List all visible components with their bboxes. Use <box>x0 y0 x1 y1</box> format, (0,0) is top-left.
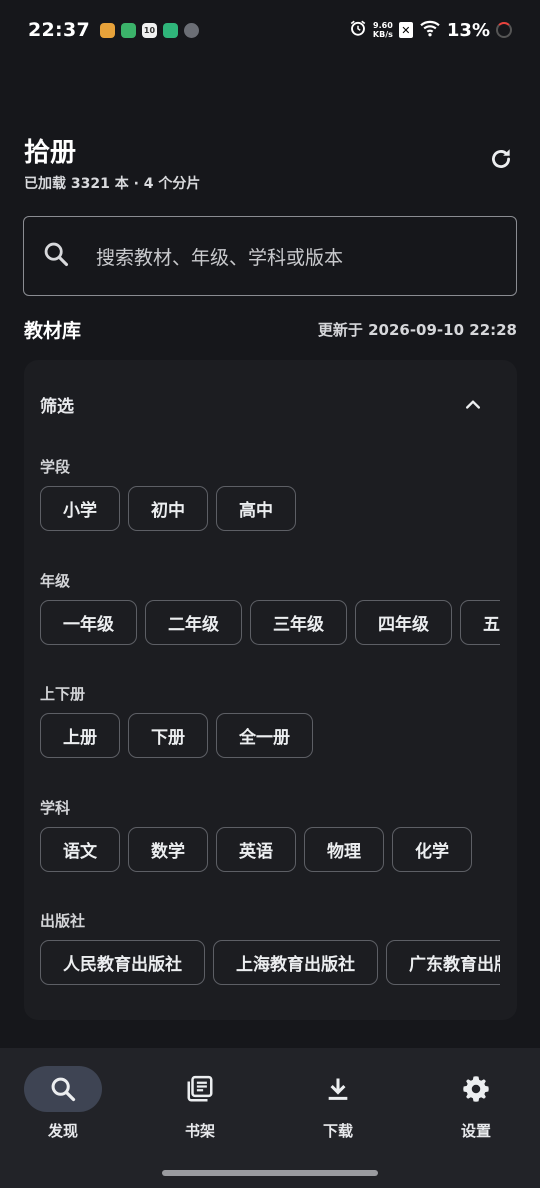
section-label: 出版社 <box>40 912 86 930</box>
chip[interactable]: 广东教育出版社 <box>386 940 500 985</box>
chip[interactable]: 英语 <box>216 827 296 872</box>
chip[interactable]: 人民教育出版社 <box>40 940 205 985</box>
alarm-icon <box>349 19 367 41</box>
collapse-button[interactable] <box>461 393 485 417</box>
library-title: 教材库 <box>24 320 82 342</box>
nav-icon-wrap <box>437 1066 515 1112</box>
chip[interactable]: 上海教育出版社 <box>213 940 378 985</box>
search-icon <box>42 240 70 272</box>
chip[interactable]: 化学 <box>392 827 472 872</box>
header: 拾册 已加载 3321 本 · 4 个分片 <box>24 132 516 193</box>
chip[interactable]: 一年级 <box>40 600 137 645</box>
search-placeholder: 搜索教材、年级、学科或版本 <box>96 246 344 269</box>
calendar-10-icon: 10 <box>141 22 157 38</box>
app-subtitle: 已加载 3321 本 · 4 个分片 <box>24 176 201 192</box>
nav-label: 发现 <box>47 1122 78 1140</box>
library-row: 教材库 更新于 2026-09-10 22:28 <box>24 316 517 343</box>
nav-label: 设置 <box>460 1122 491 1140</box>
net-speed-value: 9.60 <box>373 21 393 30</box>
chip[interactable]: 全一册 <box>216 713 313 758</box>
section-label: 年级 <box>40 572 71 590</box>
filter-card: 筛选 学段 小学初中高中 年级 一年级二年级三年级四年级五年级 上下册 上册下册… <box>24 360 517 1020</box>
avatar-icon <box>183 22 199 38</box>
filter-title: 筛选 <box>40 397 74 417</box>
refresh-icon <box>488 146 514 176</box>
refresh-button[interactable] <box>486 146 516 176</box>
chip[interactable]: 高中 <box>216 486 296 531</box>
app-orange-icon <box>99 22 115 38</box>
chip[interactable]: 四年级 <box>355 600 452 645</box>
nav-item-discover[interactable]: 发现 <box>23 1066 103 1141</box>
home-indicator[interactable] <box>162 1170 378 1176</box>
box-x-icon: ✕ <box>398 22 413 38</box>
chip[interactable]: 三年级 <box>250 600 347 645</box>
filter-header[interactable]: 筛选 <box>40 392 485 417</box>
library-icon <box>187 1075 213 1102</box>
status-time: 22:37 <box>28 19 90 41</box>
chip[interactable]: 初中 <box>128 486 208 531</box>
nav-item-download[interactable]: 下载 <box>298 1066 378 1141</box>
nav-label: 下载 <box>322 1122 353 1140</box>
chevron-up-icon <box>466 400 480 409</box>
chip[interactable]: 二年级 <box>145 600 242 645</box>
nav-label: 书架 <box>184 1122 215 1140</box>
nav-item-bookshelf[interactable]: 书架 <box>160 1066 240 1141</box>
wifi-icon <box>419 19 441 41</box>
section-label: 学科 <box>40 799 71 817</box>
chip-row: 人民教育出版社上海教育出版社广东教育出版社 <box>40 940 500 988</box>
filter-section-subject: 学科 语文 数学 英语 物理 化学 <box>40 797 500 872</box>
chip[interactable]: 物理 <box>304 827 384 872</box>
nav-item-settings[interactable]: 设置 <box>436 1066 516 1141</box>
app-green-square-icon <box>162 22 178 38</box>
nav-active-pill <box>24 1066 102 1112</box>
chip[interactable]: 五年级 <box>460 600 500 645</box>
section-label: 上下册 <box>40 685 86 703</box>
chip-row: 小学 初中 高中 <box>40 486 500 534</box>
chip[interactable]: 数学 <box>128 827 208 872</box>
app-title: 拾册 <box>24 138 77 168</box>
chip[interactable]: 下册 <box>128 713 208 758</box>
chip-row: 语文 数学 英语 物理 化学 <box>40 827 500 875</box>
download-icon <box>328 1078 348 1100</box>
status-right: 9.60 KB/s ✕ 13% <box>349 19 512 41</box>
battery-ring-icon <box>496 22 512 38</box>
search-input[interactable]: 搜索教材、年级、学科或版本 <box>23 216 517 296</box>
filter-section-grade: 年级 一年级二年级三年级四年级五年级 <box>40 570 500 645</box>
chip[interactable]: 语文 <box>40 827 120 872</box>
filter-section-publisher: 出版社 人民教育出版社上海教育出版社广东教育出版社 <box>40 910 500 985</box>
chip[interactable]: 上册 <box>40 713 120 758</box>
chip-row: 上册 下册 全一册 <box>40 713 500 761</box>
chip[interactable]: 小学 <box>40 486 120 531</box>
chip-row: 一年级二年级三年级四年级五年级 <box>40 600 500 648</box>
nav-icon-wrap <box>299 1066 377 1112</box>
search-icon <box>51 1077 76 1102</box>
section-label: 学段 <box>40 458 71 476</box>
library-updated: 更新于 2026-09-10 22:28 <box>317 321 517 339</box>
gear-icon <box>463 1076 489 1102</box>
net-speed: 9.60 KB/s <box>373 21 393 39</box>
net-speed-unit: KB/s <box>372 30 393 39</box>
bottom-nav: 发现 书架 下载 设置 <box>0 1048 540 1188</box>
filter-section-stage: 学段 小学 初中 高中 <box>40 456 500 531</box>
notification-icons: 10 <box>99 22 199 38</box>
status-bar: 22:37 10 9.60 KB/s ✕ 13% <box>0 0 540 60</box>
battery-percent: 13% <box>446 19 490 41</box>
app-green-person-icon <box>120 22 136 38</box>
filter-section-volume: 上下册 上册 下册 全一册 <box>40 683 500 758</box>
nav-icon-wrap <box>161 1066 239 1112</box>
